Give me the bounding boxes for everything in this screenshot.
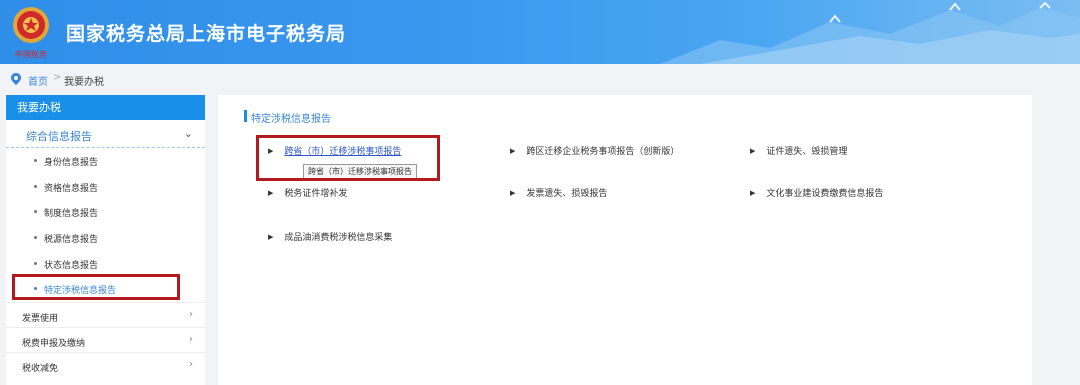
sidebar-item-label: 税收减免 [22,364,59,375]
chevron-right-icon: › [189,334,193,346]
link-label: 文化事业建设费缴费信息报告 [766,189,884,199]
sidebar-subitem-qualification[interactable]: 资格信息报告 [6,174,205,200]
great-wall-background [660,1,1080,64]
sidebar-item-label: 发票使用 [22,314,59,325]
location-pin-icon [11,73,21,85]
breadcrumb-separator: > [53,72,62,83]
link-label: 成品油消费税涉税信息采集 [284,233,393,243]
link-certificate-loss[interactable]: ▶ 证件遗失、毁损管理 [750,144,847,157]
link-label: 税务证件增补发 [284,189,348,199]
svg-text:中国税务: 中国税务 [15,49,47,59]
sidebar-subitem-label: 状态信息报告 [44,260,99,271]
chevron-right-icon: › [189,359,193,371]
title-accent-bar [244,110,247,122]
sidebar-item-label: 税费申报及缴纳 [22,339,86,350]
double-arrow-icon: ▶ [510,147,516,155]
bullet-icon [34,210,37,214]
bullet-icon [34,236,37,240]
highlight-box-content [256,135,440,181]
double-arrow-icon: ▶ [750,147,756,155]
sidebar-subitem-status[interactable]: 状态信息报告 [6,251,205,277]
bullet-icon [34,159,37,162]
sidebar-item-invoice-use[interactable]: 发票使用 › [6,302,205,327]
sidebar-item-tax-declaration[interactable]: 税费申报及缴纳 › [6,327,205,352]
chevron-down-icon: ⌄ [183,127,193,140]
site-title: 国家税务总局上海市电子税务局 [66,23,347,45]
breadcrumb-home-link[interactable]: 首页 [28,73,48,88]
link-label: 证件遗失、毁损管理 [766,147,848,157]
chevron-right-icon: › [189,309,193,321]
double-arrow-icon: ▶ [268,189,274,197]
double-arrow-icon: ▶ [510,189,516,197]
sidebar-header[interactable]: 我要办税 [6,95,205,120]
sidebar-subitem-system[interactable]: 制度信息报告 [6,199,205,225]
sidebar-subitem-label: 资格信息报告 [44,183,99,194]
bullet-icon [34,261,37,265]
link-oil-consumption-tax[interactable]: ▶ 成品油消费税涉税信息采集 [268,230,392,243]
link-label: 跨区迁移企业税务事项报告（创新版） [526,147,680,157]
bullet-icon [34,184,37,188]
highlight-box-sidebar [12,274,180,300]
sidebar-section-comprehensive-report[interactable]: 综合信息报告 ⌄ [6,120,205,148]
sidebar-subitem-label: 税源信息报告 [44,235,99,246]
tax-emblem-icon: 中国税务 [13,7,49,59]
sidebar-subitem-label: 制度信息报告 [44,209,99,220]
sidebar-subitem-label: 身份信息报告 [44,158,99,168]
content-title: 特定涉税信息报告 [244,110,331,125]
link-cross-district-migration[interactable]: ▶ 跨区迁移企业税务事项报告（创新版） [510,144,679,157]
sidebar-section-label: 综合信息报告 [26,130,92,143]
sidebar: 我要办税 综合信息报告 ⌄ 身份信息报告 资格信息报告 制度信息报告 税源信息报… [6,95,205,385]
breadcrumb-current: 我要办税 [64,77,104,88]
sidebar-item-tax-reduction[interactable]: 税收减免 › [6,352,205,377]
double-arrow-icon: ▶ [268,233,274,241]
sidebar-subitem-identity[interactable]: 身份信息报告 [6,148,205,174]
link-certificate-reissue[interactable]: ▶ 税务证件增补发 [268,186,347,199]
double-arrow-icon: ▶ [750,189,756,197]
link-culture-fee[interactable]: ▶ 文化事业建设费缴费信息报告 [750,186,883,199]
link-invoice-loss[interactable]: ▶ 发票遗失、损毁报告 [510,186,607,199]
sidebar-subitem-tax-source[interactable]: 税源信息报告 [6,225,205,251]
link-label: 发票遗失、损毁报告 [526,189,608,199]
breadcrumb: 首页 > 我要办税 [0,64,1080,94]
site-header: 中国税务 国家税务总局上海市电子税务局 [0,0,1080,64]
content-title-text: 特定涉税信息报告 [251,114,331,125]
